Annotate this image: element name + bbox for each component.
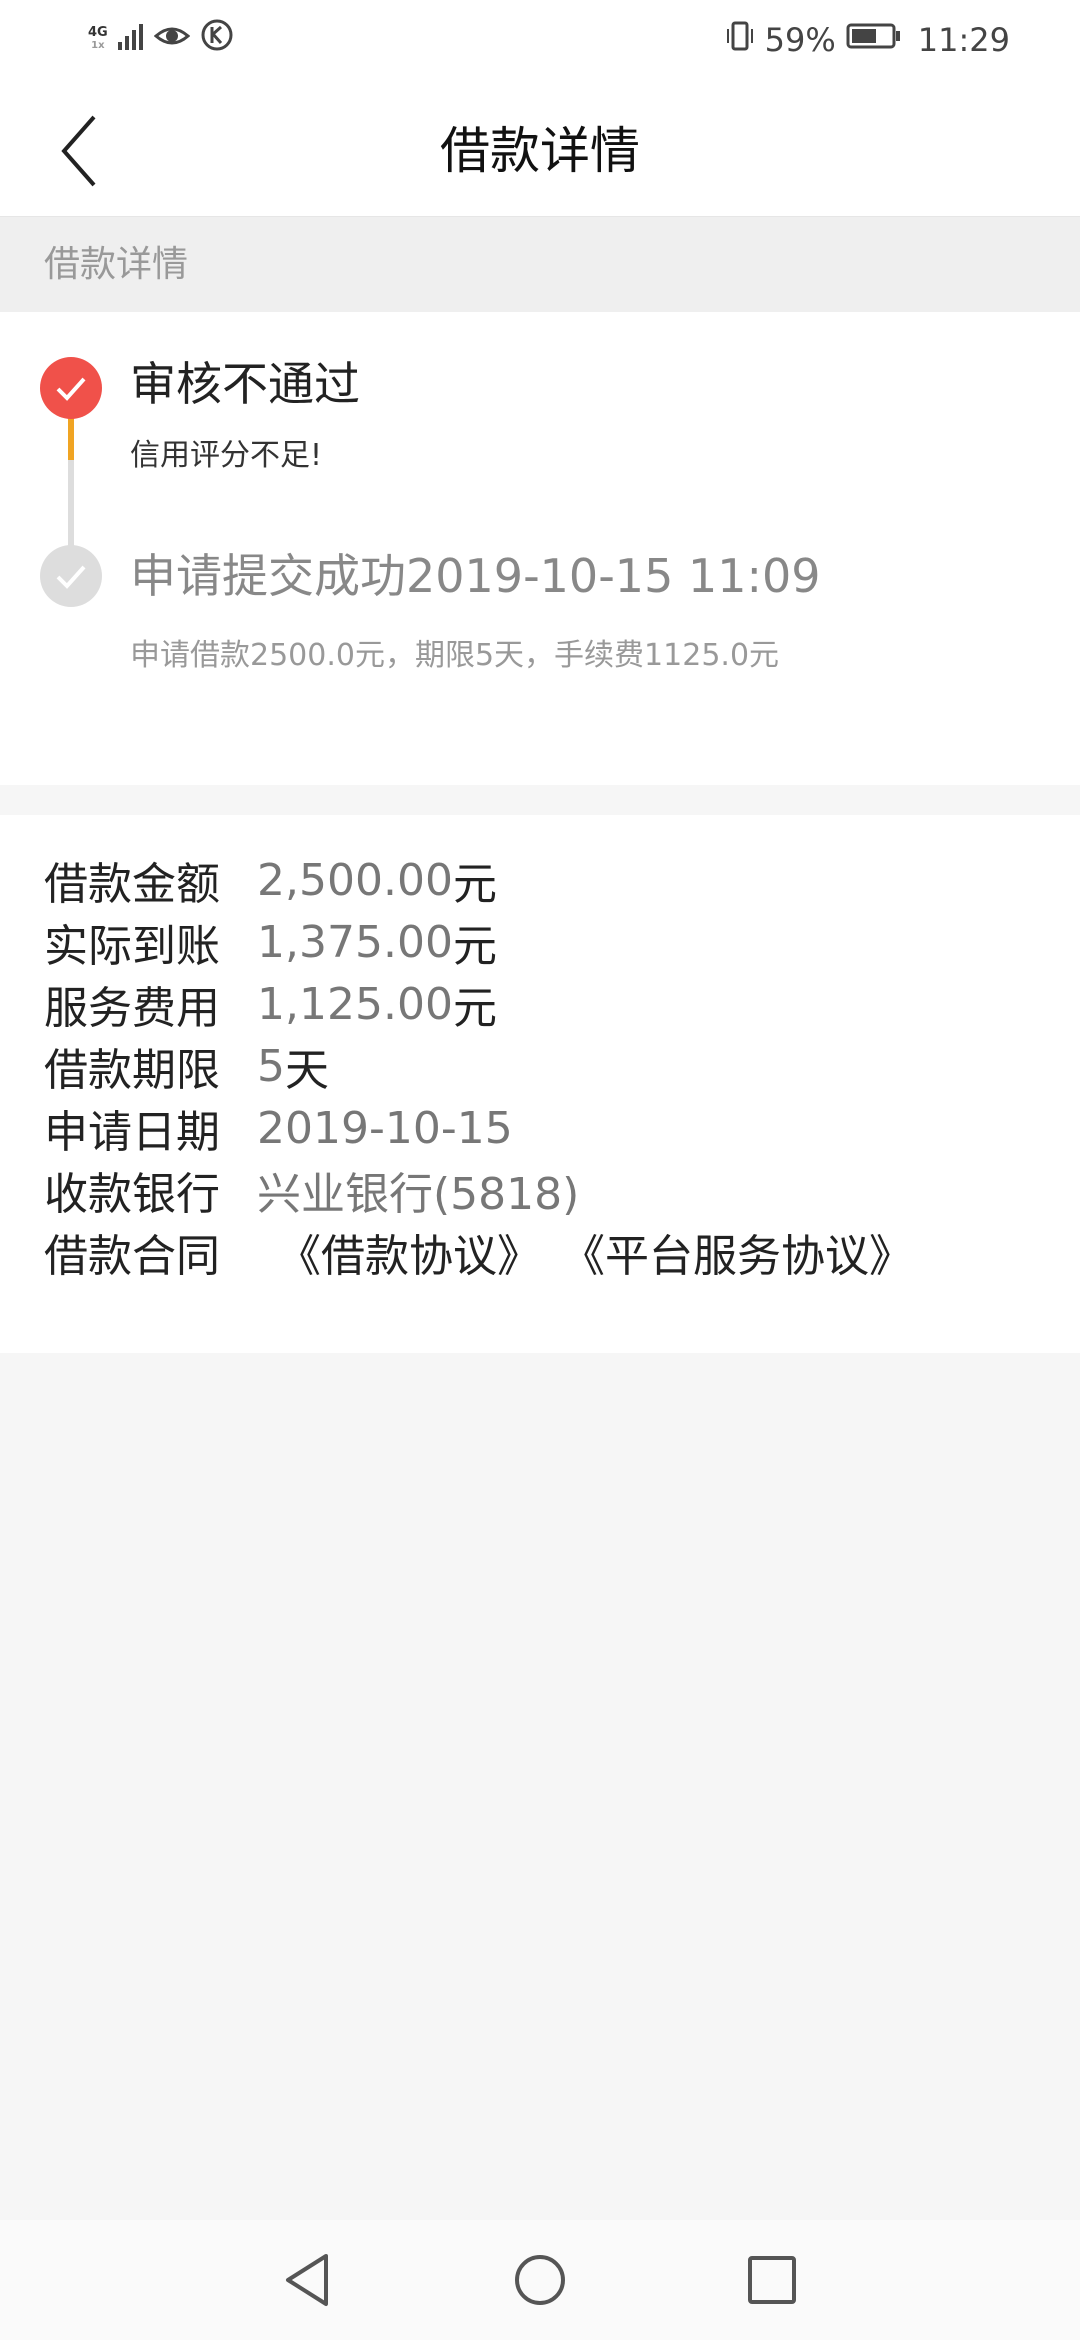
eye-icon bbox=[153, 20, 190, 58]
recents-square-icon bbox=[748, 2256, 796, 2304]
page-title: 借款详情 bbox=[440, 122, 640, 180]
status-bar-right: 59% 11:29 bbox=[725, 20, 1010, 60]
row-value: 1,125.00 bbox=[257, 978, 453, 1030]
rejected-status-dot bbox=[40, 357, 102, 419]
row-label: 收款银行 bbox=[44, 1169, 220, 1220]
submitted-status-dot bbox=[40, 545, 102, 607]
check-icon bbox=[56, 565, 86, 589]
receiving-bank-row: 收款银行 兴业银行(5818) bbox=[44, 1159, 579, 1221]
section-title: 借款详情 bbox=[44, 244, 189, 285]
check-icon bbox=[56, 377, 86, 401]
row-value: 5 bbox=[257, 1040, 285, 1092]
status-bar-left: 4G 1x bbox=[88, 18, 234, 60]
k-app-icon bbox=[200, 18, 234, 60]
row-unit: 元 bbox=[452, 859, 497, 910]
system-nav-bar bbox=[0, 2220, 1080, 2340]
network-type-label: 4G bbox=[88, 25, 108, 40]
status-bar: 4G 1x 59% 11:29 bbox=[0, 0, 1080, 86]
row-label: 借款合同 bbox=[44, 1231, 220, 1282]
network-type: 4G 1x bbox=[88, 26, 108, 52]
nav-recents-button[interactable] bbox=[742, 2250, 802, 2310]
platform-service-agreement-link[interactable]: 《平台服务协议》 bbox=[561, 1220, 913, 1284]
row-label: 借款金额 bbox=[44, 859, 220, 910]
loan-amount-row: 借款金额 2,500.00 元 bbox=[44, 849, 497, 911]
loan-term-row: 借款期限 5 天 bbox=[44, 1035, 329, 1097]
row-label: 实际到账 bbox=[44, 921, 220, 972]
battery-percent: 59% bbox=[764, 21, 836, 59]
row-unit: 元 bbox=[452, 983, 497, 1034]
nav-back-button[interactable] bbox=[278, 2250, 338, 2310]
row-value: 2019-10-15 bbox=[257, 1102, 513, 1154]
row-unit: 天 bbox=[285, 1045, 329, 1096]
timeline-step-subtitle: 申请借款2500.0元，期限5天，手续费1125.0元 bbox=[130, 638, 780, 673]
row-label: 借款期限 bbox=[44, 1045, 220, 1096]
vibrate-icon bbox=[725, 20, 755, 60]
row-value: 2,500.00 bbox=[257, 854, 453, 906]
loan-details-card: 借款金额 2,500.00 元 实际到账 1,375.00 元 服务费用 1,1… bbox=[0, 815, 1080, 1353]
clock: 11:29 bbox=[917, 21, 1010, 59]
row-value: 兴业银行(5818) bbox=[257, 1169, 580, 1220]
loan-agreement-link[interactable]: 《借款协议》 bbox=[277, 1220, 541, 1284]
timeline-card: 审核不通过 信用评分不足! 申请提交成功2019-10-15 11:09 申请借… bbox=[0, 312, 1080, 785]
actual-received-row: 实际到账 1,375.00 元 bbox=[44, 911, 497, 973]
row-label: 服务费用 bbox=[44, 983, 220, 1034]
row-unit: 元 bbox=[452, 921, 497, 972]
section-header: 借款详情 bbox=[0, 217, 1080, 312]
apply-date-row: 申请日期 2019-10-15 bbox=[44, 1097, 513, 1159]
title-bar: 借款详情 bbox=[0, 86, 1080, 217]
loan-contract-row: 借款合同 《借款协议》 《平台服务协议》 bbox=[44, 1221, 913, 1283]
home-circle-icon bbox=[515, 2255, 565, 2305]
nav-home-button[interactable] bbox=[510, 2250, 570, 2310]
timeline-step-title: 申请提交成功2019-10-15 11:09 bbox=[130, 549, 821, 603]
timeline-step-title: 审核不通过 bbox=[130, 357, 360, 411]
battery-icon bbox=[846, 21, 902, 59]
back-triangle-icon bbox=[286, 2254, 328, 2306]
service-fee-row: 服务费用 1,125.00 元 bbox=[44, 973, 497, 1035]
timeline-step-subtitle: 信用评分不足! bbox=[130, 438, 323, 473]
network-subtype-label: 1x bbox=[91, 40, 105, 51]
row-value: 1,375.00 bbox=[257, 916, 453, 968]
signal-icon bbox=[117, 20, 144, 58]
row-label: 申请日期 bbox=[44, 1107, 220, 1158]
